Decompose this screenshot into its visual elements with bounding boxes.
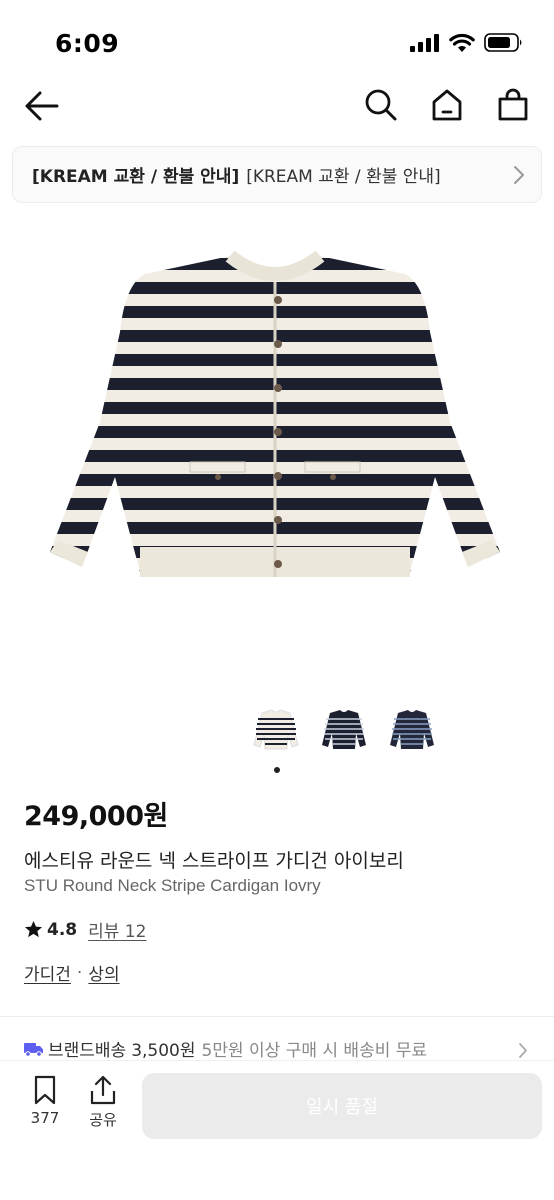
shipping-note: 5만원 이상 구매 시 배송비 무료 — [201, 1041, 428, 1061]
category-separator: · — [76, 962, 83, 983]
section-divider — [0, 1016, 554, 1017]
share-button[interactable]: 공유 — [82, 1075, 124, 1130]
notice-text: [KREAM 교환 / 환불 안내] — [246, 167, 441, 187]
star-icon — [24, 920, 43, 938]
status-icons — [410, 33, 524, 52]
exchange-refund-notice[interactable]: [KREAM 교환 / 환불 안내] [KREAM 교환 / 환불 안내] — [12, 146, 542, 203]
bookmark-button[interactable]: 377 — [24, 1075, 66, 1127]
chevron-right-icon — [514, 166, 524, 184]
search-icon[interactable] — [364, 88, 398, 122]
chevron-right-icon — [519, 1043, 527, 1058]
share-icon — [90, 1075, 116, 1105]
carousel-indicator — [274, 767, 280, 773]
rating-row: 4.8 리뷰 12 — [24, 917, 146, 942]
image-thumbnails — [248, 703, 440, 759]
status-bar: 6:09 — [0, 0, 554, 78]
category-breadcrumb: 가디건 · 상의 — [24, 960, 120, 986]
category-link-tops[interactable]: 상의 — [88, 960, 119, 985]
bookmark-icon — [34, 1075, 56, 1105]
notice-title: [KREAM 교환 / 환불 안내] — [32, 167, 240, 187]
cellular-signal-icon — [410, 33, 439, 52]
product-name-en: STU Round Neck Stripe Cardigan Iovry — [24, 876, 321, 895]
review-link[interactable]: 리뷰 12 — [88, 917, 146, 942]
sold-out-button[interactable]: 일시 품절 — [142, 1073, 542, 1139]
category-link-cardigan[interactable]: 가디건 — [24, 960, 71, 985]
bookmark-count: 377 — [30, 1109, 60, 1127]
shipping-fee: 3,500원 — [131, 1041, 196, 1061]
battery-icon — [484, 33, 522, 52]
product-image[interactable] — [0, 222, 554, 692]
back-arrow-icon[interactable] — [24, 90, 60, 122]
thumbnail-navy[interactable] — [316, 703, 372, 759]
thumbnail-ivory[interactable] — [248, 703, 304, 759]
product-name-ko: 에스티유 라운드 넥 스트라이프 가디건 아이보리 — [24, 850, 404, 872]
wifi-icon — [449, 33, 475, 52]
shipping-info[interactable]: 브랜드배송 3,500원 5만원 이상 구매 시 배송비 무료 — [24, 1036, 427, 1061]
home-icon[interactable] — [430, 88, 464, 122]
truck-icon — [24, 1042, 43, 1057]
share-label: 공유 — [89, 1111, 117, 1129]
rating-value: 4.8 — [47, 919, 78, 940]
shopping-bag-icon[interactable] — [496, 88, 530, 122]
status-time: 6:09 — [55, 29, 120, 58]
product-price: 249,000원 — [24, 801, 168, 832]
bottom-action-bar: 377 공유 일시 품절 — [0, 1060, 554, 1200]
nav-bar — [0, 78, 554, 136]
shipping-label: 브랜드배송 — [48, 1041, 127, 1061]
thumbnail-blue[interactable] — [384, 703, 440, 759]
